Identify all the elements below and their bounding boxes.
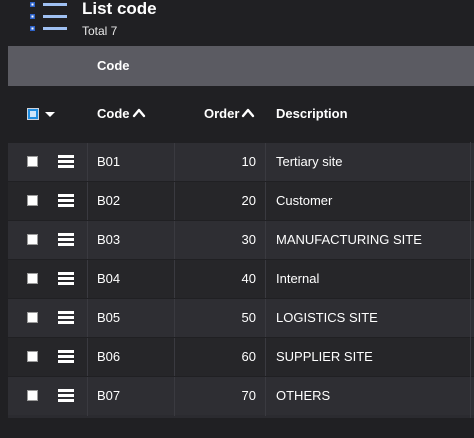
column-header-description[interactable]: Description <box>276 86 348 142</box>
list-icon <box>30 2 67 31</box>
table-row[interactable]: B02 20 Customer <box>8 181 474 221</box>
row-checkbox[interactable] <box>27 312 38 323</box>
drag-handle-icon[interactable] <box>58 350 74 363</box>
drag-handle-icon[interactable] <box>58 194 74 207</box>
cell-code: B04 <box>97 271 121 286</box>
drag-handle-icon[interactable] <box>58 389 74 402</box>
table-row[interactable]: B01 10 Tertiary site <box>8 142 474 182</box>
table-body: B01 10 Tertiary site B02 20 Customer B03… <box>8 142 474 416</box>
table-row[interactable]: B03 30 MANUFACTURING SITE <box>8 220 474 260</box>
drag-handle-icon[interactable] <box>58 233 74 246</box>
row-checkbox[interactable] <box>27 390 38 401</box>
sort-ascending-icon <box>242 108 255 118</box>
column-header-code-label: Code <box>97 106 130 121</box>
cell-order: 10 <box>241 154 256 169</box>
column-header-order-label: Order <box>204 106 240 121</box>
page-title: List code <box>82 0 157 18</box>
cell-order: 60 <box>241 349 256 364</box>
drag-handle-icon[interactable] <box>58 272 74 285</box>
row-checkbox[interactable] <box>27 234 38 245</box>
cell-order: 30 <box>241 232 256 247</box>
cell-code: B07 <box>97 388 121 403</box>
cell-order: 40 <box>241 271 256 286</box>
cell-code: B06 <box>97 349 121 364</box>
cell-description: OTHERS <box>276 388 331 403</box>
cell-description: LOGISTICS SITE <box>276 310 378 325</box>
cell-order: 70 <box>241 388 256 403</box>
select-all-checkbox[interactable] <box>27 108 39 120</box>
cell-description: MANUFACTURING SITE <box>276 232 422 247</box>
sort-ascending-icon <box>132 108 145 118</box>
record-count: Total 7 <box>82 24 118 38</box>
cell-description: Customer <box>276 193 333 208</box>
group-by-bar[interactable]: Code <box>8 46 474 86</box>
page-header: List code Total 7 <box>0 0 474 46</box>
row-checkbox[interactable] <box>27 273 38 284</box>
grid-right-border <box>470 142 471 418</box>
row-checkbox[interactable] <box>27 195 38 206</box>
cell-code: B05 <box>97 310 121 325</box>
row-checkbox[interactable] <box>27 156 38 167</box>
table-row[interactable]: B05 50 LOGISTICS SITE <box>8 298 474 338</box>
drag-handle-icon[interactable] <box>58 311 74 324</box>
column-header-code[interactable]: Code <box>97 86 146 142</box>
cell-order: 50 <box>241 310 256 325</box>
table-row[interactable]: B07 70 OTHERS <box>8 376 474 416</box>
cell-description: SUPPLIER SITE <box>276 349 373 364</box>
column-header-row: Code Order Description <box>8 86 474 142</box>
column-header-order[interactable]: Order <box>204 86 255 142</box>
code-grid: Code Code Order Description B01 10 Terti… <box>8 46 474 418</box>
cell-code: B01 <box>97 154 121 169</box>
cell-code: B02 <box>97 193 121 208</box>
table-row[interactable]: B04 40 Internal <box>8 259 474 299</box>
group-by-code-chip[interactable]: Code <box>97 46 130 86</box>
column-header-description-label: Description <box>276 106 348 121</box>
drag-handle-icon[interactable] <box>58 155 74 168</box>
cell-order: 20 <box>241 193 256 208</box>
cell-description: Internal <box>276 271 320 286</box>
row-checkbox[interactable] <box>27 351 38 362</box>
select-menu-caret-icon[interactable] <box>45 112 55 117</box>
cell-description: Tertiary site <box>276 154 343 169</box>
table-row[interactable]: B06 60 SUPPLIER SITE <box>8 337 474 377</box>
cell-code: B03 <box>97 232 121 247</box>
